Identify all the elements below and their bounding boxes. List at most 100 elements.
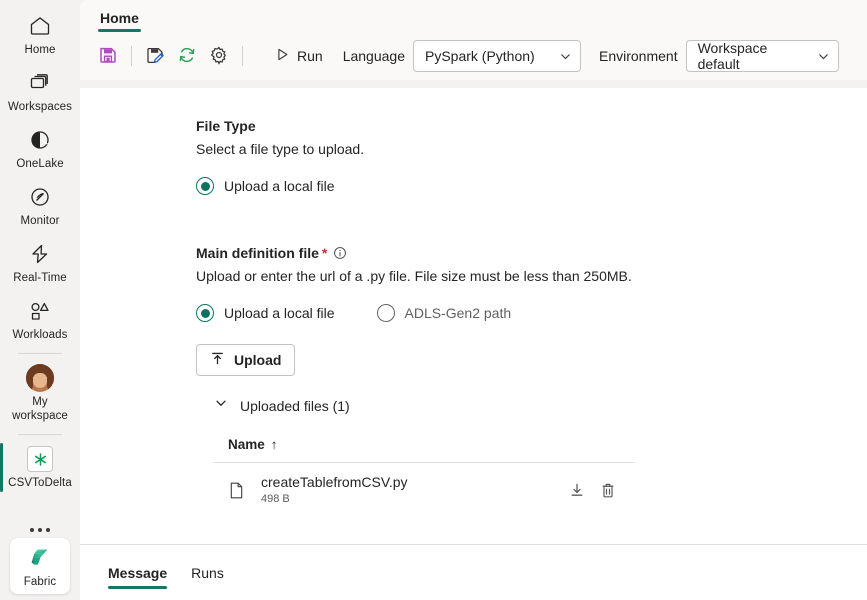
run-button[interactable]: Run <box>264 40 333 72</box>
command-bar: Run Language PySpark (Python) Environmen… <box>80 32 867 80</box>
row-actions <box>569 482 634 499</box>
bottom-panel-tabstrip: Message Runs <box>80 544 867 600</box>
language-dropdown[interactable]: PySpark (Python) <box>412 40 581 72</box>
file-type-section: File Type Select a file type to upload. … <box>80 116 867 195</box>
main-definition-title: Main definition file * <box>196 243 867 263</box>
column-header-name: Name <box>228 437 265 452</box>
main-definition-title-text: Main definition file <box>196 245 319 261</box>
uploaded-files-table: Name ↑ createTablefromCSV.py 498 B <box>214 437 634 517</box>
sidebar-item-csvtodelta[interactable]: CSVToDelta <box>0 439 80 496</box>
radio-label: Upload a local file <box>224 305 335 321</box>
home-icon <box>26 12 54 40</box>
file-type-radio-group: Upload a local file <box>196 177 867 195</box>
sidebar-item-home[interactable]: Home <box>0 6 80 63</box>
sidebar-item-label: Workloads <box>12 329 68 341</box>
upload-button[interactable]: Upload <box>196 344 296 376</box>
radio-adls-gen2-path[interactable]: ADLS-Gen2 path <box>376 304 512 322</box>
info-icon[interactable] <box>333 246 347 260</box>
refresh-button[interactable] <box>171 40 203 72</box>
radio-indicator <box>376 304 395 322</box>
radio-upload-local-file-filetype[interactable]: Upload a local file <box>196 177 335 195</box>
required-asterisk: * <box>321 245 328 261</box>
toolbar-divider <box>131 46 132 66</box>
radio-upload-local-file[interactable]: Upload a local file <box>196 304 335 322</box>
sidebar-item-onelake[interactable]: OneLake <box>0 120 80 177</box>
monitor-icon <box>26 183 54 211</box>
delete-icon[interactable] <box>600 482 616 499</box>
sidebar-item-real-time[interactable]: Real-Time <box>0 234 80 291</box>
workspaces-icon <box>26 69 54 97</box>
ribbon-tabstrip: Home <box>80 0 867 32</box>
language-label: Language <box>342 48 405 64</box>
file-name: createTablefromCSV.py <box>261 474 408 490</box>
sidebar-item-label: Workspaces <box>7 101 73 113</box>
refresh-icon <box>177 45 197 68</box>
radio-indicator <box>196 177 214 195</box>
sidebar-item-workspaces[interactable]: Workspaces <box>0 63 80 120</box>
download-icon[interactable] <box>569 482 585 498</box>
save-as-icon <box>145 45 165 68</box>
sidebar-item-label: Home <box>24 44 56 56</box>
app-window: Home Workspaces OneLake Monitor Real-Tim… <box>0 0 867 600</box>
save-icon <box>98 45 118 68</box>
file-type-description: Select a file type to upload. <box>196 141 365 157</box>
sidebar-item-label: OneLake <box>16 158 64 170</box>
table-row[interactable]: createTablefromCSV.py 498 B <box>214 463 634 517</box>
sidebar-item-my-workspace[interactable]: My workspace <box>0 358 80 429</box>
upload-button-label: Upload <box>234 352 282 368</box>
environment-value: Workspace default <box>697 40 768 72</box>
sort-ascending-icon: ↑ <box>270 437 278 452</box>
run-label: Run <box>297 48 323 64</box>
main-definition-description: Upload or enter the url of a .py file. F… <box>196 268 632 284</box>
language-value: PySpark (Python) <box>424 48 535 64</box>
table-header[interactable]: Name ↑ <box>214 437 634 462</box>
sidebar-item-label: CSVToDelta <box>8 477 72 489</box>
chevron-down-icon <box>817 50 830 63</box>
avatar <box>26 364 54 392</box>
radio-label: Upload a local file <box>224 178 335 194</box>
toolbar-divider <box>242 46 243 66</box>
settings-button[interactable] <box>203 40 235 72</box>
workloads-icon <box>26 297 54 325</box>
fabric-product-switcher[interactable]: Fabric <box>10 538 70 594</box>
save-button[interactable] <box>92 40 124 72</box>
main-definition-file-section: Main definition file * Upload or enter t… <box>80 243 867 517</box>
radio-label: ADLS-Gen2 path <box>404 305 512 321</box>
file-icon <box>228 481 248 500</box>
fabric-logo-icon <box>26 543 54 571</box>
sidebar-item-monitor[interactable]: Monitor <box>0 177 80 234</box>
rail-divider <box>18 353 62 354</box>
tab-runs[interactable]: Runs <box>179 545 236 600</box>
rail-divider <box>18 434 62 435</box>
gear-icon <box>209 45 229 68</box>
fabric-label: Fabric <box>23 576 57 588</box>
avatar-icon <box>26 364 54 392</box>
environment-dropdown[interactable]: Workspace default <box>685 40 839 72</box>
main-pane: Home Run Language PySpark (Python) Envir… <box>80 0 867 600</box>
sidebar-item-label: My workspace <box>12 396 68 422</box>
chevron-down-icon <box>214 396 228 415</box>
play-icon <box>274 46 291 66</box>
radio-indicator <box>196 304 214 322</box>
save-as-button[interactable] <box>139 40 171 72</box>
uploaded-files-toggle[interactable]: Uploaded files (1) <box>214 396 867 415</box>
main-definition-radio-group: Upload a local file ADLS-Gen2 path <box>196 304 867 322</box>
tab-message[interactable]: Message <box>96 545 179 600</box>
sidebar-item-label: Real-Time <box>13 272 67 284</box>
file-size: 498 B <box>261 493 290 505</box>
file-info: createTablefromCSV.py 498 B <box>261 473 569 507</box>
spark-job-definition-form: File Type Select a file type to upload. … <box>80 88 867 544</box>
left-nav-rail: Home Workspaces OneLake Monitor Real-Tim… <box>0 0 80 600</box>
environment-label: Environment <box>598 48 678 64</box>
spark-job-definition-icon <box>26 445 54 473</box>
upload-arrow-icon <box>210 351 225 369</box>
uploaded-files-label: Uploaded files (1) <box>240 397 350 414</box>
content-scroll-region: File Type Select a file type to upload. … <box>80 80 867 544</box>
onelake-icon <box>26 126 54 154</box>
tab-home[interactable]: Home <box>94 10 145 32</box>
chevron-down-icon <box>559 50 572 63</box>
sidebar-item-label: Monitor <box>20 215 60 227</box>
real-time-icon <box>26 240 54 268</box>
file-type-title: File Type <box>196 118 256 134</box>
sidebar-item-workloads[interactable]: Workloads <box>0 291 80 348</box>
